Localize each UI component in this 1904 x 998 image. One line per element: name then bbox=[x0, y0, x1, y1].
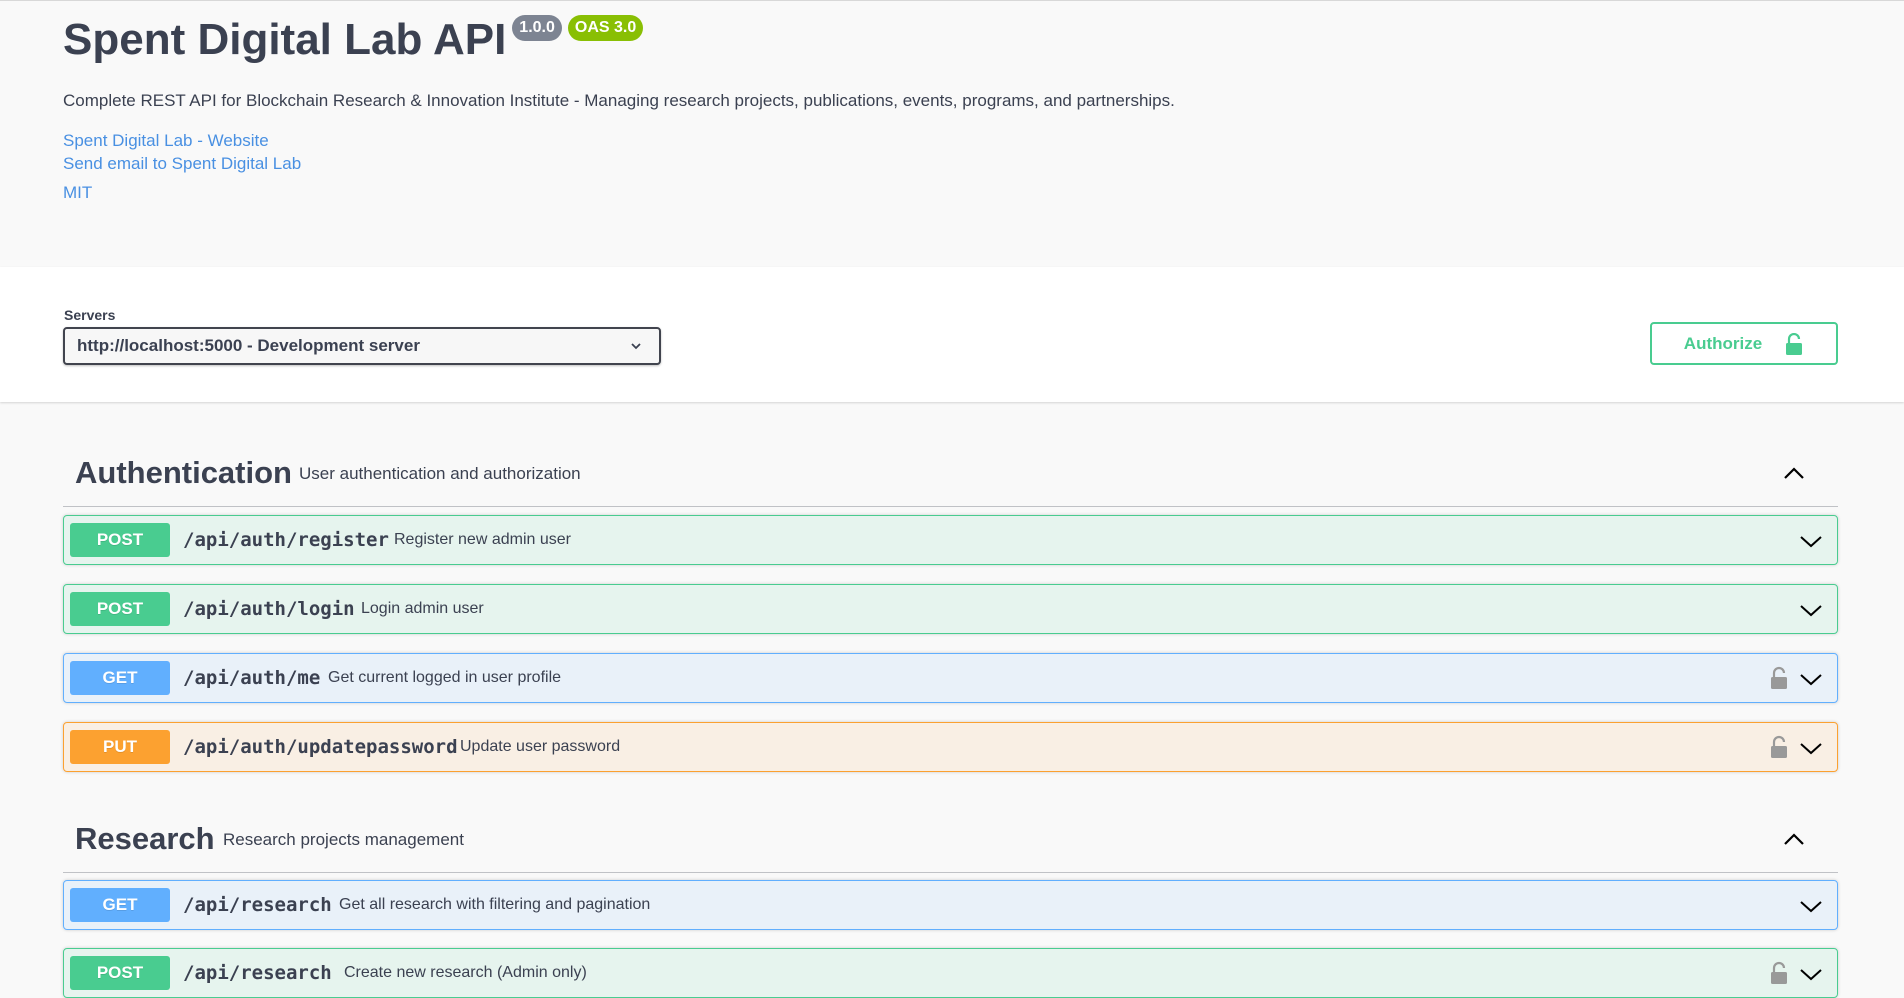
method-badge: POST bbox=[70, 956, 170, 990]
chevron-down-icon[interactable] bbox=[1799, 736, 1823, 760]
chevron-down-icon[interactable] bbox=[1799, 598, 1823, 622]
chevron-down-icon[interactable] bbox=[1799, 667, 1823, 691]
version-badge: 1.0.0 bbox=[512, 15, 562, 41]
api-description: Complete REST API for Blockchain Researc… bbox=[63, 91, 1175, 110]
method-badge: GET bbox=[70, 661, 170, 695]
operation-summary: Get all research with filtering and pagi… bbox=[339, 896, 651, 913]
operation-post-research[interactable]: POST /api/research Create new research (… bbox=[63, 948, 1838, 998]
tag-name: Research bbox=[75, 821, 215, 856]
tag-name: Authentication bbox=[75, 455, 292, 490]
authorize-button[interactable]: Authorize bbox=[1650, 322, 1838, 365]
tag-description: User authentication and authorization bbox=[299, 464, 581, 483]
chevron-up-icon[interactable] bbox=[1782, 461, 1806, 485]
authorize-label: Authorize bbox=[1683, 333, 1763, 353]
operation-path: /api/research bbox=[183, 894, 332, 916]
chevron-up-icon[interactable] bbox=[1782, 827, 1806, 851]
website-link[interactable]: Spent Digital Lab - Website bbox=[63, 131, 269, 151]
tag-authentication[interactable]: Authentication User authentication and a… bbox=[63, 437, 1838, 507]
servers-label: Servers bbox=[64, 307, 116, 323]
title-row: Spent Digital Lab API 1.0.0 OAS 3.0 bbox=[63, 13, 644, 67]
chevron-down-icon bbox=[631, 343, 641, 350]
chevron-down-icon[interactable] bbox=[1799, 894, 1823, 918]
operation-summary: Update user password bbox=[460, 738, 621, 755]
license-link[interactable]: MIT bbox=[63, 183, 92, 203]
lock-icon[interactable] bbox=[1769, 735, 1789, 759]
lock-icon[interactable] bbox=[1769, 666, 1789, 690]
operation-get-auth-me[interactable]: GET /api/auth/me Get current logged in u… bbox=[63, 653, 1838, 703]
operation-path: /api/auth/updatepassword bbox=[183, 736, 458, 758]
api-title: Spent Digital Lab API bbox=[63, 15, 507, 64]
method-badge: POST bbox=[70, 523, 170, 557]
tag-description: Research projects management bbox=[223, 830, 464, 849]
operation-post-auth-register[interactable]: POST /api/auth/register Register new adm… bbox=[63, 515, 1838, 565]
servers-select[interactable]: http://localhost:5000 - Development serv… bbox=[63, 327, 661, 365]
operation-summary: Login admin user bbox=[361, 600, 484, 617]
operation-summary: Get current logged in user profile bbox=[328, 669, 562, 686]
operation-summary: Create new research (Admin only) bbox=[344, 964, 587, 981]
operation-path: /api/auth/register bbox=[183, 529, 389, 551]
operation-path: /api/auth/login bbox=[183, 598, 355, 620]
operation-put-auth-updatepassword[interactable]: PUT /api/auth/updatepassword Update user… bbox=[63, 722, 1838, 772]
operation-get-research[interactable]: GET /api/research Get all research with … bbox=[63, 880, 1838, 930]
unlocked-lock-icon bbox=[1786, 332, 1803, 355]
info-section: Spent Digital Lab API 1.0.0 OAS 3.0 Comp… bbox=[0, 0, 1904, 267]
tag-research[interactable]: Research Research projects management bbox=[63, 803, 1838, 873]
email-link[interactable]: Send email to Spent Digital Lab bbox=[63, 154, 301, 174]
operation-summary: Register new admin user bbox=[394, 531, 571, 548]
oas-badge: OAS 3.0 bbox=[567, 15, 644, 41]
chevron-down-icon[interactable] bbox=[1799, 529, 1823, 553]
method-badge: POST bbox=[70, 592, 170, 626]
method-badge: GET bbox=[70, 888, 170, 922]
scheme-container: Servers http://localhost:5000 - Developm… bbox=[0, 267, 1904, 402]
operation-path: /api/auth/me bbox=[183, 667, 321, 689]
lock-icon[interactable] bbox=[1769, 961, 1789, 985]
operation-post-auth-login[interactable]: POST /api/auth/login Login admin user bbox=[63, 584, 1838, 634]
method-badge: PUT bbox=[70, 730, 170, 764]
operation-path: /api/research bbox=[183, 962, 332, 984]
chevron-down-icon[interactable] bbox=[1799, 962, 1823, 986]
servers-selected-value: http://localhost:5000 - Development serv… bbox=[77, 336, 420, 355]
